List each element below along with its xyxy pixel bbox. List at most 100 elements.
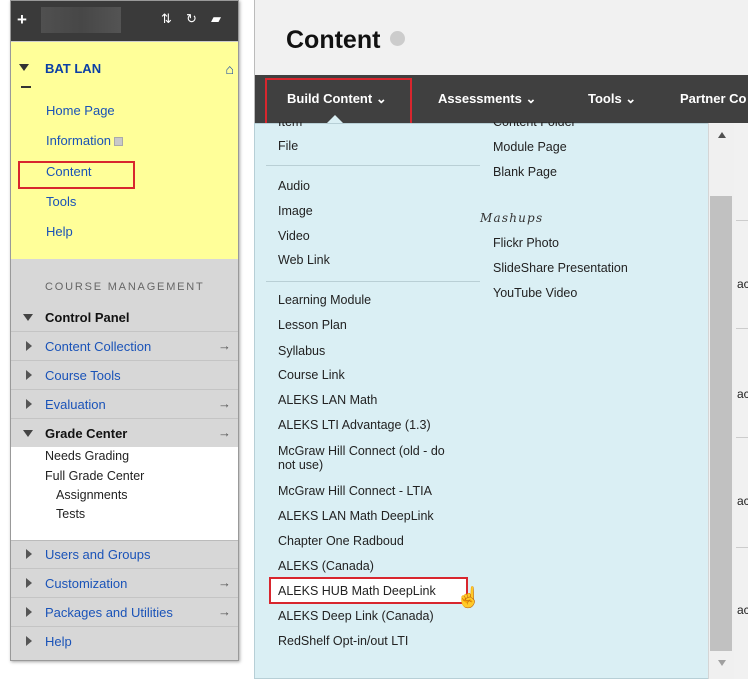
menu-item-blank-page[interactable]: Blank Page <box>493 165 557 179</box>
sidebar-item-content-collection[interactable]: Content Collection → <box>11 332 238 361</box>
course-menu: BAT LAN ⌂ Home Page Information Content … <box>11 41 238 259</box>
menu-separator <box>266 281 480 282</box>
chevron-right-icon[interactable] <box>26 549 32 559</box>
course-title-row[interactable]: BAT LAN ⌂ <box>19 61 234 81</box>
menu-item-flickr-photo[interactable]: Flickr Photo <box>493 236 559 250</box>
arrow-right-icon[interactable]: → <box>218 575 231 590</box>
sidebar-item-control-panel[interactable]: Control Panel <box>11 303 238 332</box>
menu-item-aleks-lan-math-deeplink[interactable]: ALEKS LAN Math DeepLink <box>278 509 434 523</box>
sidebar-item-help[interactable]: Help <box>11 627 238 656</box>
row-fragment: ac <box>737 603 748 617</box>
menu-item-web-link[interactable]: Web Link <box>278 253 330 267</box>
sidebar-item-evaluation[interactable]: Evaluation → <box>11 390 238 419</box>
grade-link-full-grade-center[interactable]: Full Grade Center <box>45 469 144 483</box>
menu-item-slideshare-presentation[interactable]: SlideShare Presentation <box>493 261 628 275</box>
course-sidebar: + ⇅ ↻ ▰ BAT LAN ⌂ Home Page Information … <box>10 0 239 661</box>
row-fragment: ac <box>737 494 748 508</box>
grade-link-needs-grading[interactable]: Needs Grading <box>45 449 129 463</box>
sort-icon[interactable]: ⇅ <box>161 11 172 27</box>
menu-item-redshelf-opt-in-out-lti[interactable]: RedShelf Opt-in/out LTI <box>278 634 408 648</box>
page-title: Content <box>286 26 381 54</box>
arrow-right-icon[interactable]: → <box>218 396 231 411</box>
chevron-right-icon[interactable] <box>26 578 32 588</box>
assessments-menu[interactable]: Assessments ⌄ <box>438 91 536 107</box>
menu-item-aleks-canada[interactable]: ALEKS (Canada) <box>278 559 374 573</box>
menu-item-aleks-deep-link-canada[interactable]: ALEKS Deep Link (Canada) <box>278 609 434 623</box>
course-link-help[interactable]: Help <box>46 224 73 239</box>
scrollbar-thumb[interactable] <box>710 196 732 651</box>
sidebar-item-label: Course Tools <box>45 368 121 383</box>
sidebar-toolbar: + ⇅ ↻ ▰ <box>11 1 238 41</box>
mashups-heading: Mashups <box>480 211 544 225</box>
course-link-label: Information <box>46 133 112 148</box>
scroll-down-icon[interactable] <box>718 660 726 666</box>
sidebar-item-label: Control Panel <box>45 310 130 325</box>
dropdown-pointer <box>327 115 343 123</box>
menu-item-aleks-lan-math[interactable]: ALEKS LAN Math <box>278 393 377 407</box>
chevron-down-icon[interactable] <box>19 64 29 71</box>
partner-content-menu[interactable]: Partner Co <box>680 91 746 106</box>
grade-link-assignments[interactable]: Assignments <box>56 488 128 502</box>
course-link-information[interactable]: Information <box>46 133 124 148</box>
chevron-right-icon[interactable] <box>26 607 32 617</box>
sidebar-item-label: Users and Groups <box>45 547 151 562</box>
course-management-heading: COURSE MANAGEMENT <box>45 281 205 293</box>
menu-item-image[interactable]: Image <box>278 204 313 218</box>
tools-menu[interactable]: Tools ⌄ <box>588 91 636 107</box>
menu-item-syllabus[interactable]: Syllabus <box>278 344 325 358</box>
row-divider <box>736 547 748 548</box>
sidebar-item-course-tools[interactable]: Course Tools <box>11 361 238 390</box>
folder-icon[interactable]: ▰ <box>211 11 221 27</box>
arrow-right-icon[interactable]: → <box>218 425 231 440</box>
refresh-icon[interactable]: ↻ <box>186 11 197 27</box>
chevron-right-icon[interactable] <box>26 399 32 409</box>
menu-item-mcgraw-hill-connect-ltia[interactable]: McGraw Hill Connect - LTIA <box>278 484 432 498</box>
menu-item-file[interactable]: File <box>278 139 298 153</box>
row-fragment: ac <box>737 387 748 401</box>
dropdown-scrollbar[interactable] <box>708 123 734 679</box>
chevron-down-icon[interactable] <box>23 430 33 437</box>
course-link-tools[interactable]: Tools <box>46 194 76 209</box>
menu-item-learning-module[interactable]: Learning Module <box>278 293 371 307</box>
sidebar-item-packages-and-utilities[interactable]: Packages and Utilities → <box>11 598 238 627</box>
sidebar-item-label: Packages and Utilities <box>45 605 173 620</box>
menu-item-mcgraw-hill-connect-old[interactable]: McGraw Hill Connect (old - do not use) <box>278 444 463 472</box>
menu-item-chapter-one-radboud[interactable]: Chapter One Radboud <box>278 534 404 548</box>
scroll-up-icon[interactable] <box>718 132 726 138</box>
row-divider <box>736 437 748 438</box>
menu-item-aleks-lti-advantage[interactable]: ALEKS LTI Advantage (1.3) <box>278 418 431 432</box>
chevron-right-icon[interactable] <box>26 636 32 646</box>
sidebar-item-label: Evaluation <box>45 397 106 412</box>
row-fragment: ac <box>737 277 748 291</box>
menu-item-youtube-video[interactable]: YouTube Video <box>493 286 577 300</box>
hand-cursor-icon: ☝ <box>456 587 481 609</box>
row-divider <box>736 220 748 221</box>
grade-link-tests[interactable]: Tests <box>56 507 85 521</box>
course-link-home-page[interactable]: Home Page <box>46 103 115 118</box>
menu-item-video[interactable]: Video <box>278 229 310 243</box>
menu-item-course-link[interactable]: Course Link <box>278 368 345 382</box>
sidebar-item-users-and-groups[interactable]: Users and Groups <box>11 540 238 569</box>
chevron-right-icon[interactable] <box>26 370 32 380</box>
sidebar-item-label: Content Collection <box>45 339 152 354</box>
content-highlight-box <box>18 161 135 189</box>
arrow-right-icon[interactable]: → <box>218 604 231 619</box>
arrow-right-icon[interactable]: → <box>218 338 231 353</box>
sidebar-item-grade-center[interactable]: Grade Center → <box>11 419 238 448</box>
menu-separator <box>266 165 480 166</box>
plus-icon[interactable]: + <box>17 10 27 30</box>
menu-item-lesson-plan[interactable]: Lesson Plan <box>278 318 347 332</box>
chevron-down-icon[interactable] <box>23 314 33 321</box>
menu-item-module-page[interactable]: Module Page <box>493 140 567 154</box>
info-icon <box>114 137 124 147</box>
row-divider <box>736 328 748 329</box>
toolbar-placeholder <box>41 7 121 33</box>
chevron-down-icon[interactable] <box>390 31 405 46</box>
menu-item-aleks-hub-math-deeplink[interactable]: ALEKS HUB Math DeepLink <box>278 584 436 598</box>
collapse-icon[interactable] <box>21 86 31 88</box>
sidebar-item-customization[interactable]: Customization → <box>11 569 238 598</box>
home-icon[interactable]: ⌂ <box>226 61 234 77</box>
chevron-right-icon[interactable] <box>26 341 32 351</box>
menu-item-audio[interactable]: Audio <box>278 179 310 193</box>
course-title[interactable]: BAT LAN <box>45 61 101 76</box>
